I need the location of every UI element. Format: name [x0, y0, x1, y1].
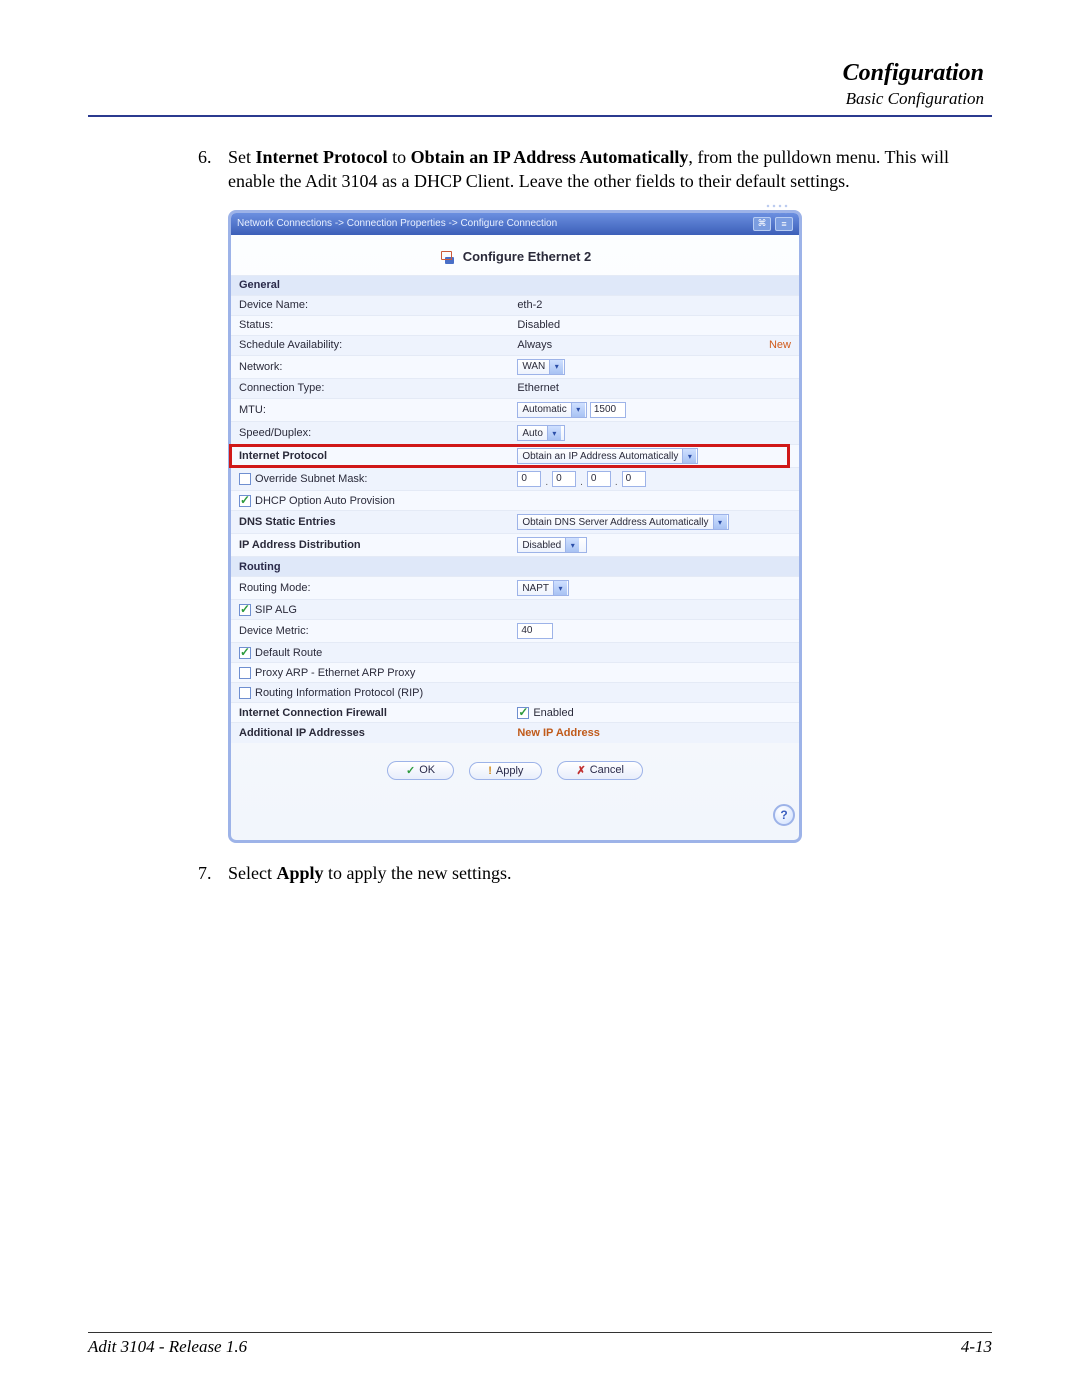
row-ip-distribution: IP Address Distribution Disabled▾: [231, 534, 799, 557]
row-override-subnet-mask: Override Subnet Mask: 0. 0. 0. 0: [231, 468, 799, 491]
mtu-input[interactable]: 1500: [590, 402, 626, 418]
header-rule: [88, 115, 992, 117]
row-dhcp-auto-provision: DHCP Option Auto Provision: [231, 491, 799, 511]
row-schedule: Schedule Availability: Always New: [231, 335, 799, 355]
row-device-metric: Device Metric: 40: [231, 620, 799, 643]
ok-button[interactable]: ✓OK: [387, 761, 454, 780]
step-number: 7.: [198, 861, 228, 885]
chevron-down-icon: ▾: [682, 449, 696, 463]
section-general: General: [231, 275, 799, 295]
step-text: Set Internet Protocol to Obtain an IP Ad…: [228, 145, 992, 194]
running-header: Configuration Basic Configuration: [88, 60, 992, 109]
row-rip: Routing Information Protocol (RIP): [231, 683, 799, 703]
row-status: Status: Disabled: [231, 315, 799, 335]
row-proxy-arp: Proxy ARP - Ethernet ARP Proxy: [231, 663, 799, 683]
row-connection-type: Connection Type: Ethernet: [231, 378, 799, 398]
chevron-down-icon: ▾: [571, 403, 585, 417]
row-additional-ip: Additional IP Addresses New IP Address: [231, 723, 799, 743]
row-internet-protocol: Internet Protocol Obtain an IP Address A…: [231, 445, 799, 468]
header-subtitle: Basic Configuration: [88, 89, 984, 109]
device-metric-input[interactable]: 40: [517, 623, 553, 639]
panel-title: Configure Ethernet 2: [231, 235, 799, 275]
sip-alg-checkbox[interactable]: [239, 604, 251, 616]
connection-icon: [439, 249, 455, 265]
firewall-enabled-checkbox[interactable]: [517, 707, 529, 719]
help-button[interactable]: ?: [773, 804, 795, 826]
button-row: ✓OK !Apply ✗Cancel: [231, 743, 799, 782]
network-select[interactable]: WAN▾: [517, 359, 565, 375]
screenshot-configure-ethernet: Network Connections -> Connection Proper…: [228, 210, 802, 843]
row-firewall: Internet Connection Firewall Enabled: [231, 703, 799, 723]
close-icon: ✗: [576, 764, 585, 777]
apply-button[interactable]: !Apply: [469, 762, 542, 780]
row-routing-mode: Routing Mode: NAPT▾: [231, 577, 799, 600]
default-route-checkbox[interactable]: [239, 647, 251, 659]
sitemap-icon[interactable]: ⌘: [753, 217, 771, 231]
footer-page-number: 4-13: [961, 1337, 992, 1357]
routing-mode-select[interactable]: NAPT▾: [517, 580, 569, 596]
subnet-mask-input[interactable]: 0. 0. 0. 0: [517, 471, 645, 487]
page-footer: Adit 3104 - Release 1.6 4-13: [88, 1332, 992, 1357]
instruction-step-7: 7. Select Apply to apply the new setting…: [198, 861, 992, 885]
window-titlebar: Network Connections -> Connection Proper…: [231, 213, 799, 235]
chevron-down-icon: ▾: [553, 581, 567, 595]
rip-checkbox[interactable]: [239, 687, 251, 699]
chevron-down-icon: ▾: [713, 515, 727, 529]
speed-select[interactable]: Auto▾: [517, 425, 565, 441]
step-number: 6.: [198, 145, 228, 194]
row-mtu: MTU: Automatic▾ 1500: [231, 398, 799, 422]
footer-left: Adit 3104 - Release 1.6: [88, 1337, 247, 1357]
dhcp-auto-checkbox[interactable]: [239, 495, 251, 507]
config-table: General Device Name: eth-2 Status: Disab…: [231, 275, 799, 743]
row-dns-static: DNS Static Entries Obtain DNS Server Add…: [231, 511, 799, 534]
chevron-down-icon: ▾: [547, 426, 561, 440]
chevron-down-icon: ▾: [565, 538, 579, 552]
check-icon: ✓: [406, 764, 415, 777]
chevron-down-icon: ▾: [549, 360, 563, 374]
override-mask-checkbox[interactable]: [239, 473, 251, 485]
proxy-arp-checkbox[interactable]: [239, 667, 251, 679]
cancel-button[interactable]: ✗Cancel: [557, 761, 642, 780]
mtu-mode-select[interactable]: Automatic▾: [517, 402, 586, 418]
instruction-step-6: 6. Set Internet Protocol to Obtain an IP…: [198, 145, 992, 194]
dns-static-select[interactable]: Obtain DNS Server Address Automatically▾: [517, 514, 728, 530]
row-network: Network: WAN▾: [231, 355, 799, 378]
row-device-name: Device Name: eth-2: [231, 295, 799, 315]
list-icon[interactable]: ≡: [775, 217, 793, 231]
window-grip-icon: [765, 203, 789, 215]
exclamation-icon: !: [488, 765, 492, 777]
header-title: Configuration: [88, 60, 984, 87]
row-sip-alg: SIP ALG: [231, 600, 799, 620]
step-text: Select Apply to apply the new settings.: [228, 861, 992, 885]
breadcrumb[interactable]: Network Connections -> Connection Proper…: [237, 218, 557, 229]
internet-protocol-select[interactable]: Obtain an IP Address Automatically▾: [517, 448, 698, 464]
row-speed-duplex: Speed/Duplex: Auto▾: [231, 422, 799, 445]
schedule-new-link[interactable]: New: [769, 339, 791, 351]
ip-distribution-select[interactable]: Disabled▾: [517, 537, 587, 553]
section-routing: Routing: [231, 557, 799, 577]
row-default-route: Default Route: [231, 643, 799, 663]
new-ip-address-link[interactable]: New IP Address: [517, 727, 600, 739]
